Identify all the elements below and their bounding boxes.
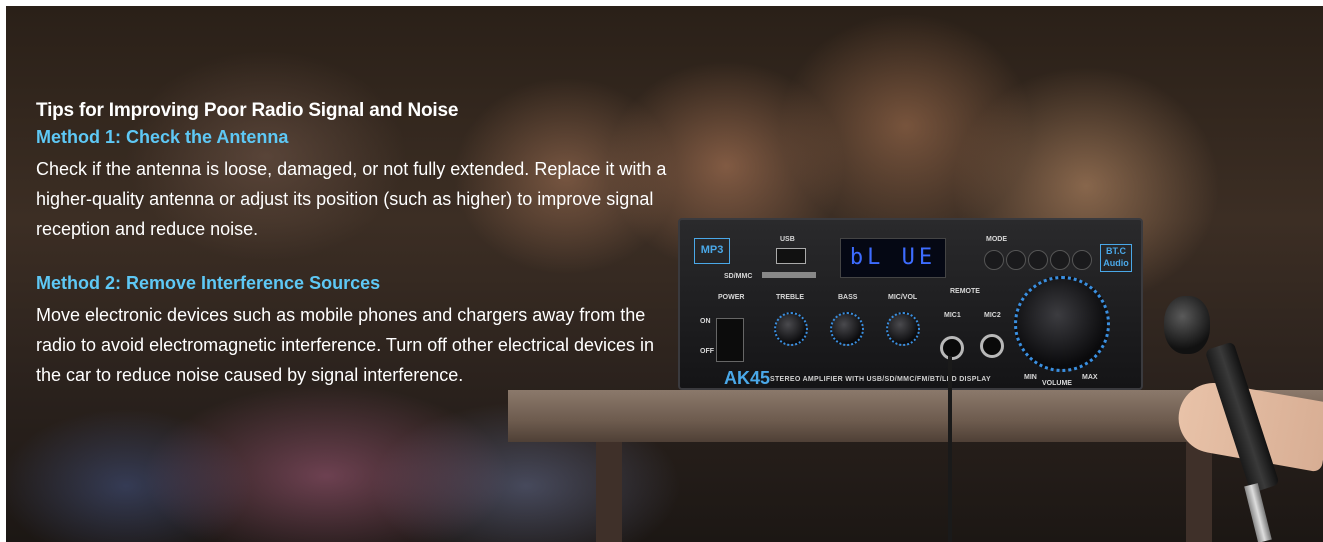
table-leg xyxy=(1186,442,1212,542)
play-button xyxy=(1028,250,1048,270)
mic2-jack xyxy=(980,334,1004,358)
treble-knob xyxy=(774,312,808,346)
hero-banner: MP3 USB SD/MMC bL UE MODE BT.C Audio REM… xyxy=(6,6,1323,542)
method-1-body: Check if the antenna is loose, damaged, … xyxy=(36,159,667,239)
bass-knob xyxy=(830,312,864,346)
volume-max-label: MAX xyxy=(1082,374,1098,381)
method-1-heading: Method 1: Check the Antenna xyxy=(36,127,289,147)
power-label: POWER xyxy=(718,294,745,301)
led-display: bL UE xyxy=(840,238,946,278)
model-name: AK45 xyxy=(724,368,771,388)
mic2-label: MIC2 xyxy=(984,312,1001,319)
sdmmc-label: SD/MMC xyxy=(724,273,753,280)
volume-knob xyxy=(1014,276,1110,372)
remote-label: REMOTE xyxy=(950,288,980,295)
prev-button xyxy=(1006,250,1026,270)
sd-slot xyxy=(762,272,816,278)
off-label: OFF xyxy=(700,348,714,355)
model-subtitle: STEREO AMPLIFIER WITH USB/SD/MMC/FM/BT/L… xyxy=(770,376,991,383)
mic1-label: MIC1 xyxy=(944,312,961,319)
treble-label: TREBLE xyxy=(776,294,804,301)
method-2-body: Move electronic devices such as mobile p… xyxy=(36,305,654,385)
mode-button xyxy=(984,250,1004,270)
table-leg xyxy=(596,442,622,542)
repeat-button xyxy=(1072,250,1092,270)
on-label: ON xyxy=(700,318,711,325)
volume-label: VOLUME xyxy=(1042,380,1072,387)
microphone-icon xyxy=(1164,296,1210,354)
amplifier-image: MP3 USB SD/MMC bL UE MODE BT.C Audio REM… xyxy=(678,218,1143,390)
volume-min-label: MIN xyxy=(1024,374,1037,381)
usb-port xyxy=(776,248,806,264)
next-button xyxy=(1050,250,1070,270)
tips-text-block: Tips for Improving Poor Radio Signal and… xyxy=(36,98,676,390)
micvol-label: MIC/VOL xyxy=(888,294,918,301)
mic-cable xyxy=(948,356,952,542)
mode-label: MODE xyxy=(986,236,1007,243)
mp3-badge: MP3 xyxy=(694,238,730,264)
bass-label: BASS xyxy=(838,294,858,301)
bt-badge: BT.C Audio xyxy=(1100,244,1132,272)
usb-label: USB xyxy=(780,236,795,243)
mic1-jack xyxy=(940,336,964,360)
microphone-connector xyxy=(1244,483,1272,542)
page-title: Tips for Improving Poor Radio Signal and… xyxy=(36,100,459,121)
power-switch xyxy=(716,318,744,362)
micvol-knob xyxy=(886,312,920,346)
method-2-heading: Method 2: Remove Interference Sources xyxy=(36,273,381,293)
